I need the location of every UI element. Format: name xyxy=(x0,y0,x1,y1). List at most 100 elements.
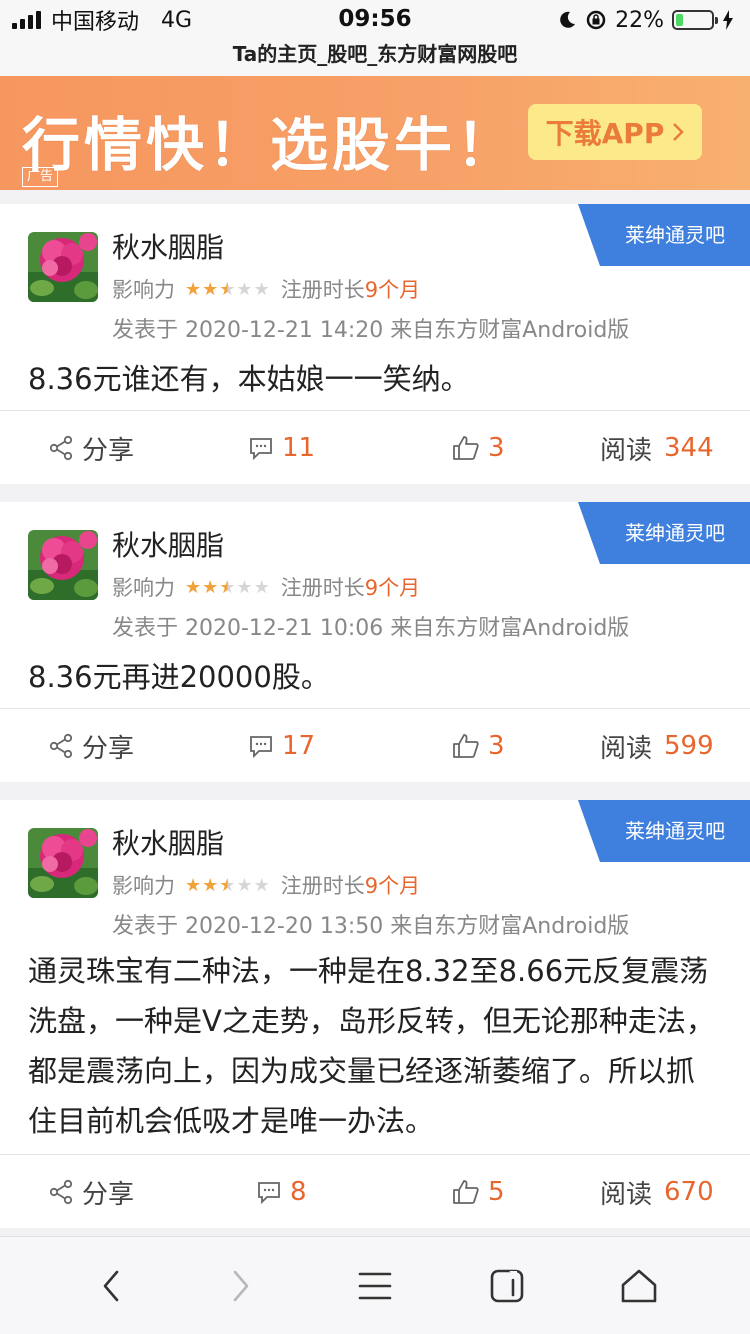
thumbs-up-icon xyxy=(453,1180,479,1204)
status-bar: 中国移动 4G 09:56 22% xyxy=(0,0,750,40)
post-date-source: 发表于 2020-12-21 14:20 来自东方财富Android版 xyxy=(112,318,630,343)
read-count: 670 xyxy=(664,1177,714,1207)
ad-banner[interactable]: 行情快！选股牛！ 下载APP xyxy=(0,76,750,190)
read-stat: 阅读 599 xyxy=(600,709,714,783)
share-icon xyxy=(49,435,73,461)
read-stat: 阅读 670 xyxy=(600,1155,714,1229)
share-label: 分享 xyxy=(82,733,135,764)
read-count: 344 xyxy=(664,433,714,463)
influence-stars: ★ ★ ★ ★ ★ xyxy=(185,875,271,896)
read-label: 阅读 xyxy=(600,435,653,466)
post-date-source: 发表于 2020-12-21 10:06 来自东方财富Android版 xyxy=(112,616,630,641)
battery-icon xyxy=(672,10,718,30)
read-count: 599 xyxy=(664,731,714,761)
comment-button[interactable]: 11 xyxy=(248,411,315,485)
moon-icon xyxy=(560,11,576,28)
read-label: 阅读 xyxy=(600,1179,653,1210)
share-button[interactable]: 分享 xyxy=(48,411,134,485)
home-icon xyxy=(621,1269,657,1303)
menu-button[interactable] xyxy=(350,1261,400,1311)
download-app-label: 下载APP xyxy=(545,117,665,150)
comment-count: 11 xyxy=(282,433,316,463)
username[interactable]: 秋水胭脂 xyxy=(112,226,224,266)
comment-button[interactable]: 17 xyxy=(248,709,315,783)
influence-stars: ★ ★ ★ ★ ★ xyxy=(185,577,271,598)
ad-tag: 广告 xyxy=(22,167,58,187)
browser-toolbar xyxy=(0,1236,750,1334)
star-icon: ★ xyxy=(253,874,271,896)
bar-badge-label: 莱绅通灵吧 xyxy=(625,819,725,843)
forward-icon xyxy=(233,1270,249,1302)
bar-badge[interactable]: 莱绅通灵吧 xyxy=(578,204,750,266)
influence-label: 影响力 xyxy=(112,278,175,302)
like-button[interactable]: 3 xyxy=(452,709,505,783)
username[interactable]: 秋水胭脂 xyxy=(112,822,224,862)
read-stat: 阅读 344 xyxy=(600,411,714,485)
registration-duration: 9个月 xyxy=(364,576,421,600)
star-icon: ★ xyxy=(202,576,220,598)
menu-icon xyxy=(358,1272,392,1300)
star-icon: ★ xyxy=(202,874,220,896)
like-button[interactable]: 5 xyxy=(452,1155,505,1229)
comment-count: 8 xyxy=(290,1177,307,1207)
star-icon: ★ xyxy=(219,278,237,300)
share-button[interactable]: 分享 xyxy=(48,709,134,783)
back-button[interactable] xyxy=(86,1261,136,1311)
user-meta: 影响力 ★ ★ ★ ★ ★ 注册时长 9个月 xyxy=(112,870,420,900)
ad-headline: 行情快！选股牛！ xyxy=(22,111,519,179)
back-icon xyxy=(103,1270,119,1302)
forward-button[interactable] xyxy=(216,1261,266,1311)
tabs-icon xyxy=(490,1269,524,1303)
star-icon: ★ xyxy=(236,278,254,300)
influence-label: 影响力 xyxy=(112,576,175,600)
post-date-source: 发表于 2020-12-20 13:50 来自东方财富Android版 xyxy=(112,914,630,939)
share-button[interactable]: 分享 xyxy=(48,1155,134,1229)
share-label: 分享 xyxy=(82,1179,135,1210)
avatar[interactable] xyxy=(28,828,98,898)
share-icon xyxy=(49,733,73,759)
chevron-right-icon xyxy=(673,123,685,141)
post-actions: 分享 11 3 阅读 344 xyxy=(0,410,750,484)
star-icon: ★ xyxy=(185,874,203,896)
flower-avatar-image xyxy=(28,828,98,898)
comment-button[interactable]: 8 xyxy=(256,1155,307,1229)
registration-duration: 9个月 xyxy=(364,278,421,302)
share-icon xyxy=(49,1179,73,1205)
post-card[interactable]: 秋水胭脂 影响力 ★ ★ ★ ★ ★ 注册时长 9个月 发表于 2020-12-20 13… xyxy=(0,800,750,1228)
bar-badge[interactable]: 莱绅通灵吧 xyxy=(578,502,750,564)
like-button[interactable]: 3 xyxy=(452,411,505,485)
star-icon: ★ xyxy=(219,874,237,896)
post-content[interactable]: 通灵珠宝有二种法，一种是在8.32至8.66元反复震荡洗盘，一种是V之走势，岛形… xyxy=(0,946,750,1146)
star-icon: ★ xyxy=(185,576,203,598)
star-icon: ★ xyxy=(253,278,271,300)
thumbs-up-icon xyxy=(453,436,479,460)
comment-icon xyxy=(250,438,272,461)
home-button[interactable] xyxy=(614,1261,664,1311)
post-card[interactable]: 秋水胭脂 影响力 ★ ★ ★ ★ ★ 注册时长 9个月 发表于 2020-12-21 10… xyxy=(0,502,750,782)
read-label: 阅读 xyxy=(600,733,653,764)
battery-percent: 22% xyxy=(615,7,664,33)
star-icon: ★ xyxy=(219,576,237,598)
share-label: 分享 xyxy=(82,435,135,466)
star-icon: ★ xyxy=(236,576,254,598)
post-actions: 分享 8 5 阅读 670 xyxy=(0,1154,750,1228)
download-app-button[interactable]: 下载APP xyxy=(528,104,702,160)
like-count: 3 xyxy=(488,731,505,761)
avatar[interactable] xyxy=(28,232,98,302)
comment-count: 17 xyxy=(282,731,316,761)
registration-label: 注册时长 xyxy=(280,278,365,302)
star-icon: ★ xyxy=(202,278,220,300)
avatar[interactable] xyxy=(28,530,98,600)
flower-avatar-image xyxy=(28,232,98,302)
flower-avatar-image xyxy=(28,530,98,600)
tabs-button[interactable] xyxy=(482,1261,532,1311)
comment-icon xyxy=(250,736,272,759)
registration-label: 注册时长 xyxy=(280,576,365,600)
influence-stars: ★ ★ ★ ★ ★ xyxy=(185,279,271,300)
page-title: Ta的主页_股吧_东方财富网股吧 xyxy=(0,40,750,76)
post-card[interactable]: 秋水胭脂 影响力 ★ ★ ★ ★ ★ 注册时长 9个月 发表于 2020-12-21 14… xyxy=(0,204,750,484)
username[interactable]: 秋水胭脂 xyxy=(112,524,224,564)
bar-badge[interactable]: 莱绅通灵吧 xyxy=(578,800,750,862)
user-meta: 影响力 ★ ★ ★ ★ ★ 注册时长 9个月 xyxy=(112,274,420,304)
comment-icon xyxy=(258,1182,280,1205)
